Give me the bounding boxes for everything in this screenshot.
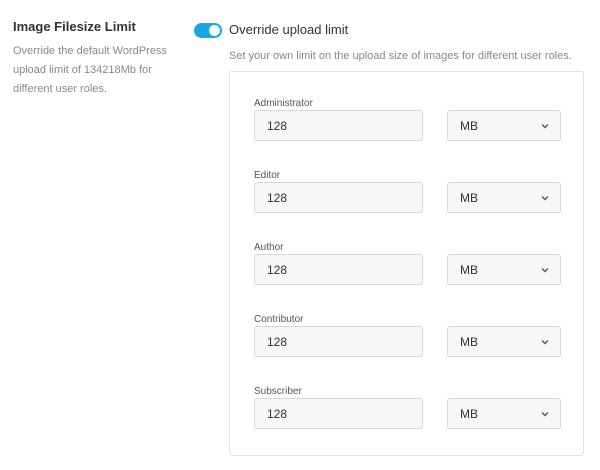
role-label: Subscriber <box>254 386 302 397</box>
administrator-size-input[interactable] <box>254 110 423 141</box>
role-inputs: MB <box>254 254 564 286</box>
role-inputs: MB <box>254 398 564 430</box>
role-row-contributor: Contributor MB <box>254 314 564 357</box>
section-description: Override the default WordPress upload li… <box>13 45 167 95</box>
override-upload-limit-toggle[interactable] <box>194 22 222 38</box>
chevron-down-icon <box>541 124 549 129</box>
unit-value: MB <box>460 191 478 205</box>
role-label: Administrator <box>254 98 313 109</box>
role-inputs: MB <box>254 182 564 214</box>
chevron-down-icon <box>541 340 549 345</box>
role-label: Contributor <box>254 314 304 325</box>
author-unit-select[interactable]: MB <box>447 254 561 285</box>
role-row-editor: Editor MB <box>254 170 564 213</box>
role-row-author: Author MB <box>254 242 564 285</box>
role-inputs: MB <box>254 110 564 142</box>
section-title: Image Filesize Limit <box>13 19 136 34</box>
toggle-knob <box>209 24 220 36</box>
role-label: Editor <box>254 170 281 181</box>
subscriber-unit-select[interactable]: MB <box>447 398 561 429</box>
override-hint: Set your own limit on the upload size of… <box>229 50 572 62</box>
contributor-size-input[interactable] <box>254 326 423 357</box>
override-upload-limit-label[interactable]: Override upload limit <box>229 22 348 38</box>
override-toggle-row: Override upload limit <box>194 22 348 38</box>
unit-value: MB <box>460 263 478 277</box>
editor-size-input[interactable] <box>254 182 423 213</box>
unit-value: MB <box>460 119 478 133</box>
chevron-down-icon <box>541 412 549 417</box>
role-inputs: MB <box>254 326 564 358</box>
role-limits-panel: Administrator MB Editor MB Author <box>229 71 584 456</box>
author-size-input[interactable] <box>254 254 423 285</box>
role-label: Author <box>254 242 284 253</box>
contributor-unit-select[interactable]: MB <box>447 326 561 357</box>
chevron-down-icon <box>541 196 549 201</box>
administrator-unit-select[interactable]: MB <box>447 110 561 141</box>
role-row-subscriber: Subscriber MB <box>254 386 564 429</box>
settings-section-header: Image Filesize Limit Override the defaul… <box>13 19 173 99</box>
subscriber-size-input[interactable] <box>254 398 423 429</box>
chevron-down-icon <box>541 268 549 273</box>
unit-value: MB <box>460 407 478 421</box>
unit-value: MB <box>460 335 478 349</box>
editor-unit-select[interactable]: MB <box>447 182 561 213</box>
role-row-administrator: Administrator MB <box>254 98 564 141</box>
